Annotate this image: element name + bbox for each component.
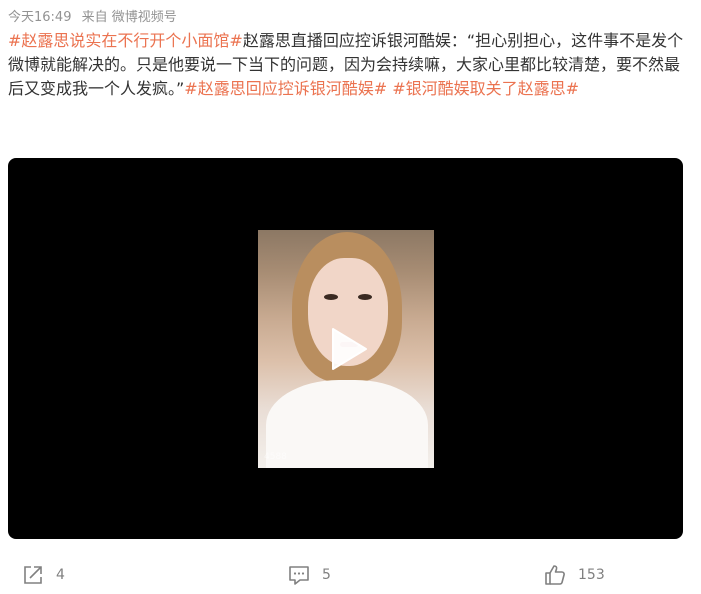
hashtag-link[interactable]: #赵露思回应控诉银河酷娱# [184,79,387,98]
comment-count: 5 [322,567,331,583]
thumbnail-eye [358,294,372,300]
thumbs-up-icon [545,565,565,585]
video-watermark: 4588 [264,452,287,462]
comment-icon [289,566,309,585]
forward-button[interactable]: 4 [22,560,65,590]
forward-count: 4 [56,567,65,583]
hashtag-link[interactable]: #银河酷娱取关了赵露思# [392,79,579,98]
like-count: 153 [578,567,605,583]
hashtag-link[interactable]: #赵露思说实在不行开个小面馆# [8,31,243,50]
action-bar: 4 5 153 [0,560,701,590]
play-triangle-icon[interactable] [329,326,369,372]
comment-button[interactable]: 5 [288,560,331,590]
post-meta: 今天16:49 来自 微博视频号 [8,6,177,25]
thumbnail-shirt [266,380,428,468]
post-source[interactable]: 来自 微博视频号 [82,10,177,25]
post-text: #赵露思说实在不行开个小面馆#赵露思直播回应控诉银河酷娱：“担心别担心，这件事不… [8,29,688,101]
forward-icon [24,566,42,584]
thumbnail-eye [324,294,338,300]
video-player[interactable]: 4588 [8,158,683,539]
post-time[interactable]: 今天16:49 [8,10,71,25]
like-button[interactable]: 153 [544,560,605,590]
